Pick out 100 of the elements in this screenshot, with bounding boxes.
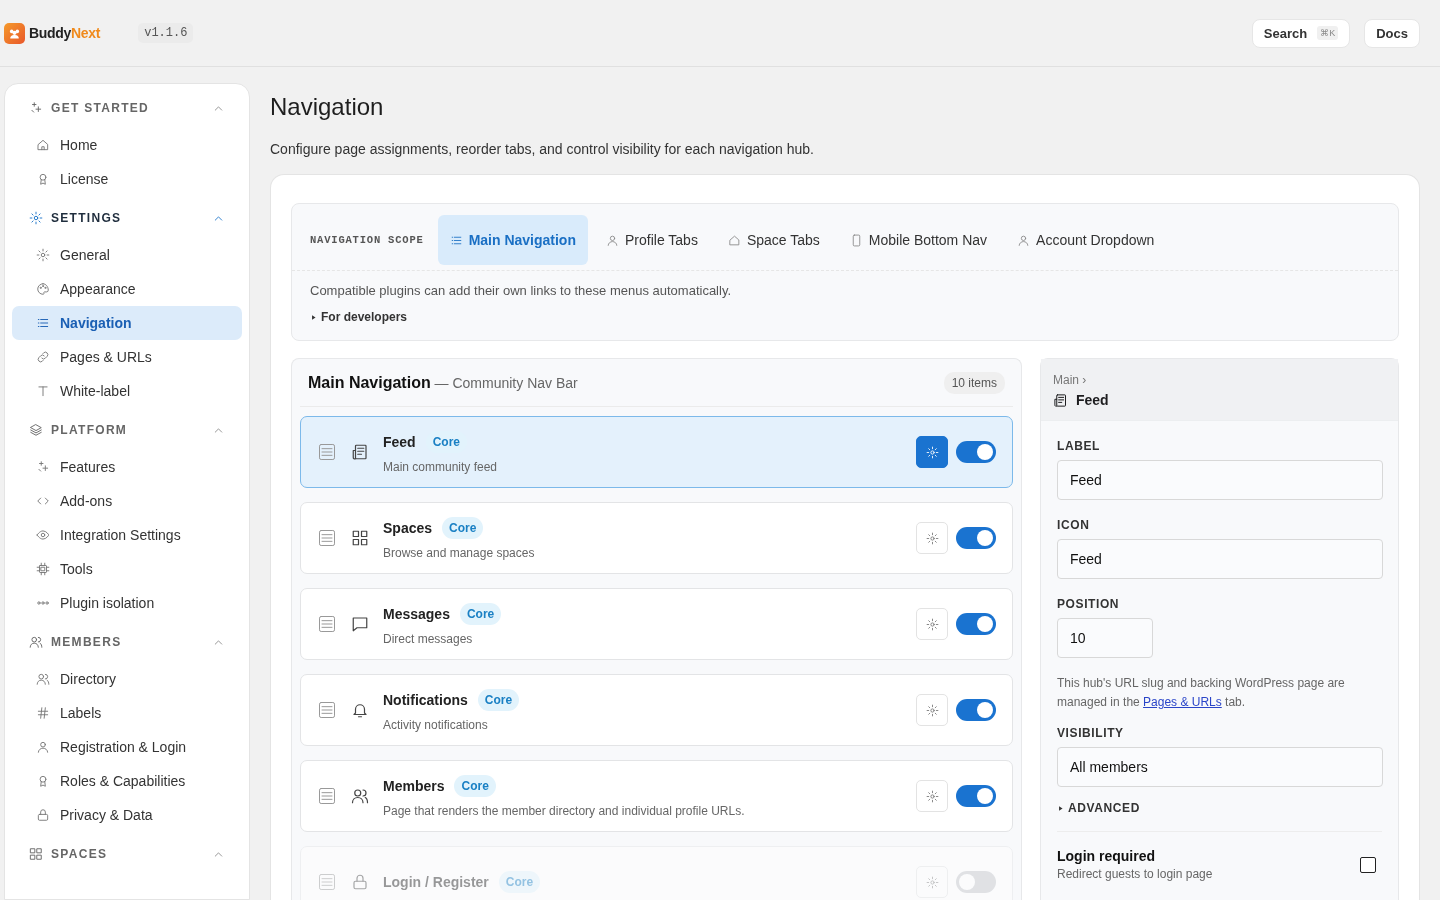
input-field[interactable]: Feed [1057, 539, 1383, 579]
settings-button[interactable] [916, 436, 948, 468]
checkbox[interactable] [1360, 856, 1376, 873]
item-description: Activity notifications [383, 717, 489, 732]
item-title: Login / Register [383, 874, 489, 890]
scope-label: NAVIGATION SCOPE [310, 234, 424, 246]
sidebar-item[interactable]: Privacy & Data [12, 798, 242, 832]
search-button[interactable]: Search ⌘K [1251, 18, 1351, 48]
users-icon [29, 635, 43, 649]
link-icon [36, 350, 50, 364]
item-title: Members [383, 777, 445, 794]
toggle-switch[interactable] [956, 699, 996, 721]
sidebar-item[interactable]: Appearance [12, 272, 242, 306]
item-description: Main community feed [383, 459, 499, 474]
user-icon [36, 740, 50, 754]
sidebar-item[interactable]: Navigation [12, 306, 242, 340]
sidebar-item[interactable]: White-label [12, 374, 242, 408]
newspaper-icon [351, 443, 369, 461]
tab[interactable]: Profile Tabs [594, 215, 710, 265]
sidebar-item[interactable]: Registration & Login [12, 730, 242, 764]
sidebar-item[interactable]: License [12, 162, 242, 196]
list-icon [36, 316, 50, 330]
page-description: Configure page assignments, reorder tabs, and control visibility for each navigation hub. [270, 141, 815, 157]
toggle-switch[interactable] [956, 785, 996, 807]
tab[interactable]: Main Navigation [437, 215, 588, 265]
home-icon [36, 138, 50, 152]
code-icon [36, 494, 50, 508]
help-text: This hub's URL slug and backing WordPress page are managed in the Pages & URLs tab. [1057, 675, 1346, 711]
core-badge: Core [454, 774, 496, 797]
tab[interactable]: Space Tabs [715, 215, 832, 265]
user-icon [1017, 233, 1031, 247]
chip-icon [36, 562, 50, 576]
item-description: Page that renders the member directory and individual profile URLs. [383, 803, 746, 818]
setting-title: Login required [1057, 848, 1156, 864]
editor-title: Feed [1076, 392, 1109, 408]
core-badge: Core [498, 871, 541, 893]
sidebar-item[interactable]: Home [12, 128, 242, 162]
docs-button[interactable]: Docs [1364, 18, 1420, 48]
toggle-switch[interactable] [956, 527, 996, 549]
item-title: Notifications [383, 691, 468, 708]
sidebar-item[interactable]: Features [12, 450, 242, 484]
advanced-toggle[interactable]: ADVANCED [1057, 801, 1382, 815]
palette-icon [36, 282, 50, 296]
sidebar-item[interactable]: Labels [12, 696, 242, 730]
award-icon [36, 774, 50, 788]
scope-hint: Compatible plugins can add their own links to these menus automatically. [310, 283, 733, 298]
section-header[interactable]: SPACES [12, 842, 242, 866]
input-field[interactable]: Feed [1057, 460, 1383, 500]
item-count: 10 items [943, 371, 1005, 394]
lock-icon [351, 873, 369, 891]
setting-description: Redirect guests to login page [1057, 867, 1213, 881]
triangle-icon [1057, 804, 1064, 812]
section-header[interactable]: GET STARTED [12, 96, 242, 120]
version-badge: v1.1.6 [138, 23, 194, 43]
section-header[interactable]: PLATFORM [12, 418, 242, 442]
user-icon [606, 233, 619, 247]
pages-link[interactable]: Pages & URLs [1143, 695, 1222, 709]
page-title: Navigation [270, 93, 385, 121]
sidebar-item[interactable]: Directory [12, 662, 242, 696]
grid-icon [351, 529, 369, 547]
sparkle-icon [36, 460, 50, 474]
sidebar-item[interactable]: General [12, 238, 242, 272]
users-icon [351, 787, 369, 805]
menu-item-card[interactable]: Spaces Core Browse and manage spaces [300, 502, 1013, 574]
input-field[interactable]: All members [1057, 747, 1383, 787]
core-badge: Core [442, 516, 484, 539]
drag-handle-icon [317, 700, 337, 720]
award-icon [36, 172, 50, 186]
toggle-switch[interactable] [956, 613, 996, 635]
tab[interactable]: Account Dropdown [1005, 215, 1167, 265]
item-title: Spaces [383, 519, 433, 536]
panel-title: Main Navigation — Community Nav Bar [308, 373, 578, 392]
field-label: POSITION [1057, 597, 1121, 611]
field-label: ICON [1057, 518, 1091, 532]
message-icon [351, 615, 369, 633]
tab[interactable]: Mobile Bottom Nav [837, 215, 1000, 265]
toggle-switch[interactable] [956, 441, 996, 463]
sidebar-item[interactable]: Plugin isolation [12, 586, 242, 620]
menu-item-card[interactable]: Messages Core Direct messages [300, 588, 1013, 660]
sidebar-item[interactable]: Pages & URLs [12, 340, 242, 374]
menu-item-card[interactable]: Notifications Core Activity notifications [300, 674, 1013, 746]
sidebar-item[interactable]: Tools [12, 552, 242, 586]
users-icon [36, 672, 50, 686]
logo-text: BuddyNext [29, 25, 101, 41]
menu-item-card[interactable]: Feed Core Main community feed [300, 416, 1013, 488]
drag-handle-icon [317, 786, 337, 806]
house-icon [727, 233, 741, 247]
item-title: Feed [383, 433, 416, 450]
bell-icon [351, 701, 369, 719]
text-icon [36, 384, 50, 398]
input-field[interactable]: 10 [1057, 618, 1153, 658]
section-header[interactable]: MEMBERS [12, 630, 242, 654]
sidebar-item[interactable]: Roles & Capabilities [12, 764, 242, 798]
section-header[interactable]: SETTINGS [12, 206, 242, 230]
developers-toggle[interactable]: For developers [310, 310, 1380, 324]
hash-icon [36, 706, 50, 720]
item-description: Direct messages [383, 631, 474, 646]
menu-item-card[interactable]: Members Core Page that renders the member directory and individual profile URLs. [300, 760, 1013, 832]
sidebar-item[interactable]: Add-ons [12, 484, 242, 518]
sidebar-item[interactable]: Integration Settings [12, 518, 242, 552]
